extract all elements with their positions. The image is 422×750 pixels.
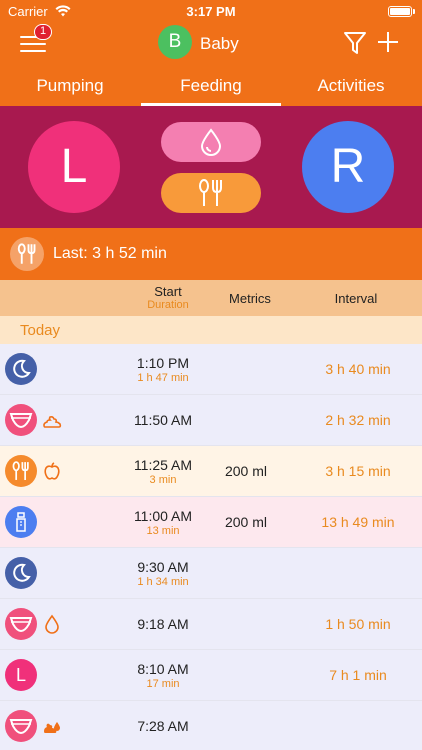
status-bar: Carrier 3:17 PM	[0, 0, 422, 24]
table-row[interactable]: 7:28 AM	[0, 701, 422, 750]
diaper-icon	[5, 710, 37, 742]
row-duration: 1 h 34 min	[137, 576, 189, 588]
diaper-icon	[5, 608, 37, 640]
filter-icon[interactable]	[343, 30, 367, 56]
row-duration: 3 min	[149, 474, 177, 486]
last-feeding-text: Last: 3 h 52 min	[53, 245, 167, 262]
row-interval: 7 h 1 min	[329, 667, 387, 683]
baby-avatar[interactable]: B	[158, 25, 192, 59]
diaper-icon	[5, 404, 37, 436]
table-row[interactable]: L 8:10 AM 17 min 7 h 1 min	[0, 650, 422, 701]
row-metric: 200 ml	[224, 514, 268, 530]
nav-bar: 1 B Baby	[0, 24, 422, 66]
tab-bar: Pumping Feeding Activities	[0, 66, 422, 106]
tab-activities[interactable]: Activities	[281, 66, 421, 106]
row-start: 7:28 AM	[137, 718, 189, 734]
tab-pumping[interactable]: Pumping	[0, 66, 140, 106]
table-row[interactable]: 11:50 AM 2 h 32 min	[0, 395, 422, 446]
table-row[interactable]: 11:25 AM 3 min 200 ml 3 h 15 min	[0, 446, 422, 497]
baby-name[interactable]: Baby	[200, 34, 239, 54]
row-start: 9:30 AM	[137, 559, 189, 575]
table-row[interactable]: 11:00 AM 13 min 200 ml 13 h 49 min	[0, 497, 422, 548]
column-header: Start Duration Metrics Interval	[0, 280, 422, 316]
utensils-icon	[10, 237, 44, 271]
col-start-label: Start	[154, 284, 182, 299]
drop-icon	[45, 614, 59, 634]
bottle-button[interactable]	[161, 122, 261, 162]
tab-feeding[interactable]: Feeding	[141, 66, 281, 106]
row-start: 11:50 AM	[133, 412, 193, 428]
moon-icon	[5, 557, 37, 589]
row-metric: 200 ml	[224, 463, 268, 479]
row-interval: 3 h 15 min	[325, 463, 391, 479]
mixed-icon	[44, 722, 60, 733]
drop-icon	[200, 128, 222, 156]
solid-food-button[interactable]	[161, 173, 261, 213]
row-interval: 13 h 49 min	[321, 514, 395, 530]
utensils-icon	[199, 179, 222, 206]
notification-badge: 1	[34, 24, 52, 40]
last-feeding-bar: Last: 3 h 52 min	[0, 228, 422, 280]
section-header-today: Today	[0, 316, 422, 344]
row-interval: 2 h 32 min	[325, 412, 391, 428]
feeding-panel: L R	[0, 106, 422, 228]
apple-icon	[44, 462, 60, 480]
row-start: 8:10 AM	[137, 661, 189, 677]
col-interval-label: Interval	[334, 291, 378, 306]
row-interval: 3 h 40 min	[325, 361, 391, 377]
row-duration: 1 h 47 min	[137, 372, 189, 384]
section-title: Today	[20, 322, 61, 339]
table-row[interactable]: 9:30 AM 1 h 34 min	[0, 548, 422, 599]
row-start: 11:00 AM	[133, 508, 193, 524]
moon-icon	[5, 353, 37, 385]
row-start: 1:10 PM	[136, 355, 190, 371]
table-row[interactable]: 1:10 PM 1 h 47 min 3 h 40 min	[0, 344, 422, 395]
col-metrics-label: Metrics	[229, 291, 271, 306]
row-duration: 17 min	[146, 678, 180, 690]
poop-icon	[43, 415, 62, 428]
right-breast-button[interactable]: R	[302, 121, 394, 213]
battery-icon	[388, 6, 415, 17]
row-interval: 1 h 50 min	[325, 616, 391, 632]
breast-left-icon: L	[5, 659, 37, 691]
row-start: 11:25 AM	[133, 457, 193, 473]
status-time: 3:17 PM	[186, 4, 236, 19]
row-start: 9:18 AM	[137, 616, 189, 632]
row-duration: 13 min	[146, 525, 180, 537]
left-breast-button[interactable]: L	[28, 121, 120, 213]
add-icon[interactable]	[377, 31, 399, 53]
utensils-icon	[5, 455, 37, 487]
table-row[interactable]: 9:18 AM 1 h 50 min	[0, 599, 422, 650]
pump-icon	[5, 506, 37, 538]
col-duration-label: Duration	[147, 299, 189, 311]
